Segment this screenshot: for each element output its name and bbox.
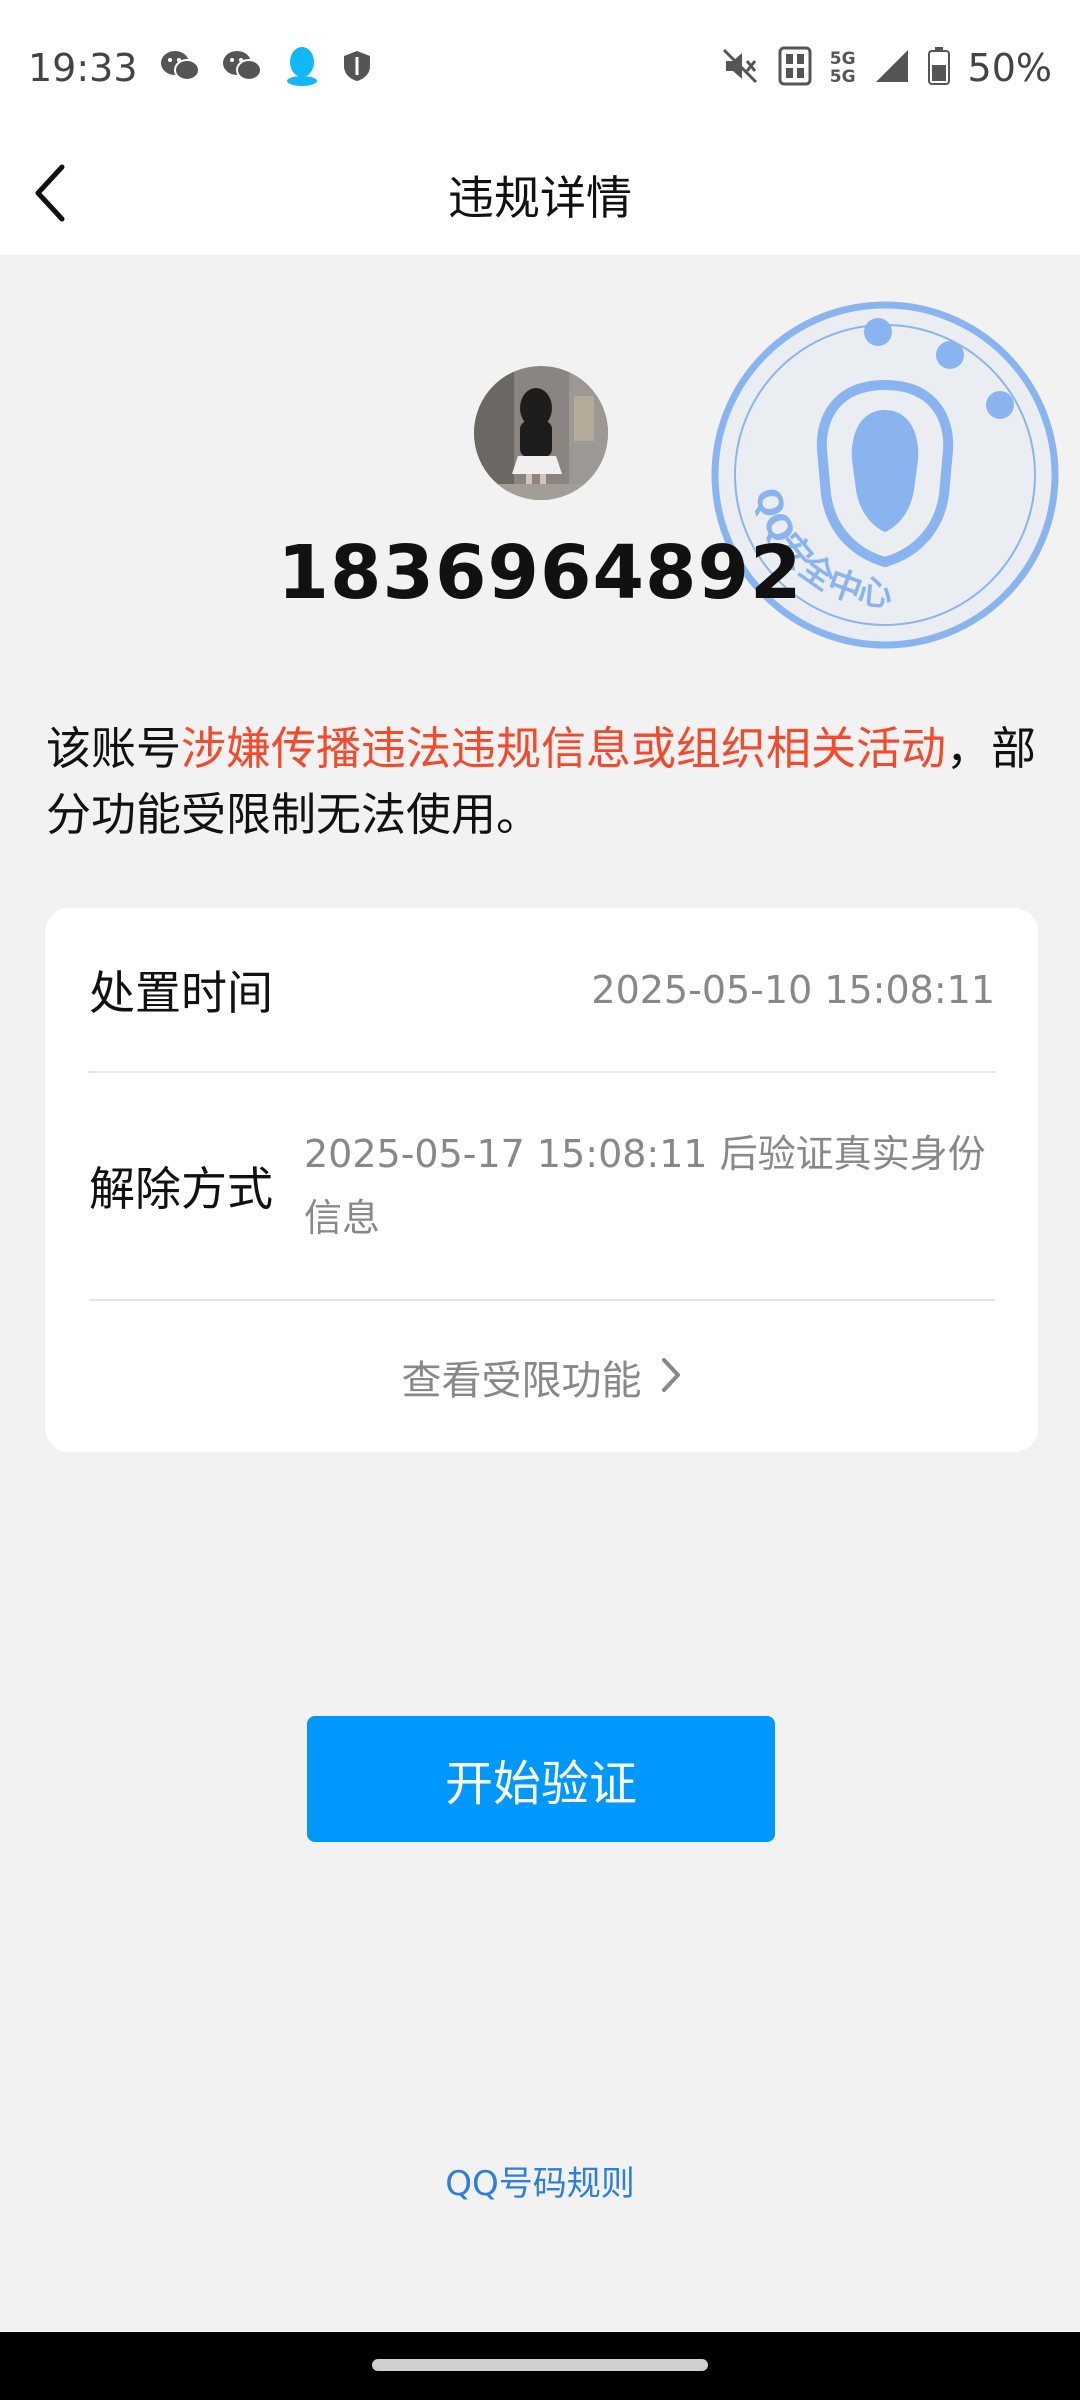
wechat-icon: [160, 49, 200, 87]
network-label: 5G: [829, 48, 856, 69]
view-limits-label: 查看受限功能: [401, 1357, 642, 1404]
qq-icon: [284, 45, 320, 91]
disposal-time-label: 处置时间: [89, 965, 273, 1020]
start-verify-button[interactable]: 开始验证: [307, 1716, 775, 1842]
page-title: 违规详情: [448, 171, 632, 225]
nav-bar: 违规详情: [0, 135, 1080, 255]
restriction-notice: 该账号涉嫌传播违法违规信息或组织相关活动，部分功能受限制无法使用。: [46, 716, 1046, 848]
back-button[interactable]: [30, 153, 120, 237]
chevron-left-icon: [30, 163, 70, 227]
avatar: [474, 366, 608, 500]
chevron-right-icon: [660, 1356, 682, 1398]
release-method-value: 2025-05-17 15:08:11 后验证真实身份信息: [304, 1132, 986, 1240]
signal-icon: [874, 48, 910, 88]
disposal-time-row: 处置时间 2025-05-10 15:08:11: [89, 908, 995, 1073]
view-limits-button[interactable]: 查看受限功能: [45, 1301, 1038, 1452]
wechat-icon: [222, 49, 262, 87]
battery-percent: 50%: [967, 45, 1052, 90]
5g-signal-icon: 5G 5G: [830, 50, 856, 86]
home-indicator[interactable]: [372, 2359, 708, 2371]
disposal-time-value: 2025-05-10 15:08:11: [591, 967, 995, 1012]
battery-icon: [927, 46, 950, 89]
status-bar: 19:33 5G 5G 50%: [0, 0, 1080, 135]
notice-prefix: 该账号: [46, 722, 182, 775]
notice-highlight: 涉嫌传播违法违规信息或组织相关活动: [181, 722, 947, 775]
release-method-label: 解除方式: [89, 1162, 273, 1216]
release-method-row: 解除方式 2025-05-17 15:08:11 后验证真实身份信息: [89, 1073, 995, 1301]
details-card: 处置时间 2025-05-10 15:08:11 解除方式 2025-05-17…: [45, 908, 1038, 1452]
sim-icon: [778, 46, 812, 90]
qq-number: 1836964892: [277, 530, 803, 616]
shield-icon: [342, 49, 372, 87]
mute-icon: [720, 46, 760, 90]
network-label: 5G: [829, 66, 856, 87]
qq-rules-link[interactable]: QQ号码规则: [0, 2156, 1080, 2205]
clock: 19:33: [28, 45, 138, 90]
